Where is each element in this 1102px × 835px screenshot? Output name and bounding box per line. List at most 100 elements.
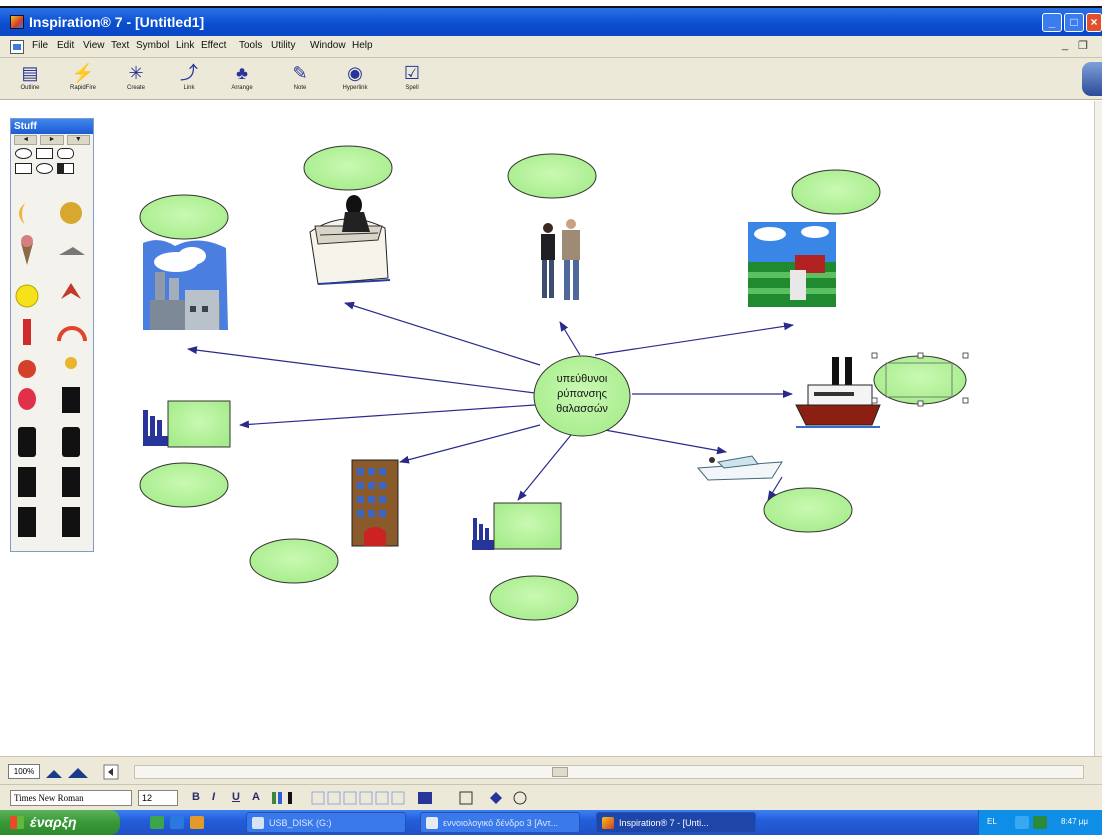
menu-utility[interactable]: Utility [271, 40, 295, 51]
smiley-icon[interactable] [15, 284, 39, 308]
bear-face-icon[interactable] [62, 427, 80, 457]
hand-icon[interactable] [513, 791, 527, 805]
pen-icon[interactable] [62, 467, 80, 497]
line-style-2-icon[interactable] [327, 791, 341, 805]
factory-image-1[interactable] [143, 402, 171, 446]
diagram-canvas[interactable]: υπεύθυνοι ρύπανσης θαλασσών Stuff ◄ ► ▼ [0, 101, 1094, 756]
link-to-people[interactable] [559, 321, 581, 356]
farm-image[interactable] [748, 222, 836, 307]
people-image[interactable] [541, 219, 580, 300]
taskbar-document[interactable]: εννοιολογικό δένδρο 3 [Αντ... [420, 812, 580, 833]
position-icon[interactable] [459, 791, 473, 805]
link-to-factory-1[interactable] [239, 404, 536, 429]
heart-card-icon[interactable] [18, 507, 36, 537]
scrollbar-thumb[interactable] [552, 767, 568, 777]
oval-node-building[interactable] [249, 538, 339, 584]
close-button[interactable]: × [1086, 13, 1102, 32]
taskbar-usb-disk[interactable]: USB_DISK (G:) [246, 812, 406, 833]
create-button[interactable]: ✳ Create [114, 61, 158, 98]
rapidfire-button[interactable]: ⚡ RapidFire [61, 61, 105, 98]
palette-prev-button[interactable]: ◄ [14, 135, 38, 145]
balloon-icon[interactable] [18, 388, 36, 410]
oval-node-yacht[interactable] [763, 487, 853, 533]
note-button[interactable]: ✎ Note [278, 61, 322, 98]
apple-icon[interactable] [18, 360, 36, 378]
rainbow-icon[interactable] [57, 326, 87, 342]
flower-card-icon[interactable] [62, 507, 80, 537]
bear-icon[interactable] [18, 427, 36, 457]
palette-menu-button[interactable]: ▼ [66, 135, 90, 145]
menu-tools[interactable]: Tools [239, 40, 262, 51]
link-to-factory-2[interactable] [517, 434, 572, 501]
italic-button[interactable]: I [212, 791, 215, 803]
bold-button[interactable]: B [192, 791, 200, 803]
quicklaunch-browser-icon[interactable] [170, 816, 184, 829]
split-rectangle-shape-icon[interactable] [57, 163, 74, 174]
rectangle-node-2[interactable] [493, 502, 562, 550]
star-icon[interactable] [61, 283, 81, 299]
oval-node-factory-2[interactable] [489, 575, 579, 621]
rectangle-shape-icon[interactable] [36, 148, 53, 159]
network-icon[interactable] [1015, 816, 1029, 829]
line-style-6-icon[interactable] [391, 791, 405, 805]
link-to-ship[interactable] [344, 301, 541, 366]
minimize-button[interactable]: _ [1042, 13, 1062, 32]
power-plant-image[interactable] [143, 240, 228, 330]
arrange-button[interactable]: ♣ Arrange [220, 61, 264, 98]
shadow-color-icon[interactable] [288, 792, 292, 804]
spade-card-icon[interactable] [62, 387, 80, 413]
oval-node-power-plant[interactable] [139, 194, 229, 240]
menu-file[interactable]: File [32, 40, 48, 51]
text-tool-icon[interactable] [418, 792, 432, 804]
zoom-value[interactable]: 100% [8, 764, 40, 779]
oval-node-people[interactable] [507, 153, 597, 199]
language-indicator[interactable]: EL [987, 817, 997, 826]
line-style-5-icon[interactable] [375, 791, 389, 805]
inspiration-app-icon[interactable] [10, 15, 24, 29]
link-to-building[interactable] [399, 424, 541, 464]
line-style-1-icon[interactable] [311, 791, 325, 805]
lion-icon[interactable] [60, 202, 82, 224]
horizontal-scrollbar[interactable] [134, 765, 1084, 779]
factory-image-2[interactable] [472, 514, 494, 550]
labeled-rectangle-shape-icon[interactable] [15, 163, 32, 174]
menu-effect[interactable]: Effect [201, 40, 226, 51]
apartment-building-image[interactable] [351, 459, 399, 547]
document-icon[interactable] [10, 40, 24, 54]
link-to-power-plant[interactable] [187, 346, 536, 394]
menu-symbol[interactable]: Symbol [136, 40, 169, 51]
taskbar-inspiration[interactable]: Inspiration® 7 - [Unti... [596, 812, 756, 833]
start-button[interactable]: έναρξη [0, 810, 120, 835]
assistant-icon[interactable] [1082, 62, 1102, 96]
selected-oval-node[interactable] [871, 352, 969, 407]
oval-node-farm[interactable] [791, 169, 881, 215]
outline-button[interactable]: ▤ Outline [8, 61, 52, 98]
mdi-minimize-icon[interactable]: _ [1062, 39, 1068, 51]
vertical-scrollbar[interactable] [1094, 101, 1102, 756]
menu-edit[interactable]: Edit [57, 40, 74, 51]
mdi-restore-icon[interactable]: ❐ [1078, 39, 1088, 52]
oval-node-factory-1[interactable] [139, 462, 229, 508]
ribbon-icon[interactable] [65, 357, 77, 369]
airplane-icon[interactable] [59, 247, 85, 255]
move-icon[interactable] [490, 792, 502, 804]
link-to-yacht[interactable] [604, 429, 727, 455]
font-select[interactable]: Times New Roman [10, 790, 132, 806]
cruise-ship-image[interactable] [309, 195, 391, 285]
underline-button[interactable]: U [232, 791, 240, 803]
font-size-select[interactable]: 12 [138, 790, 178, 806]
moon-icon[interactable] [19, 203, 25, 225]
text-color-button[interactable]: A [252, 791, 260, 803]
steamboat-image[interactable] [795, 357, 881, 428]
rectangle-node-1[interactable] [167, 400, 231, 448]
hyperlink-button[interactable]: ◉ Hyperlink [333, 61, 377, 98]
tray-app-icon[interactable] [1033, 816, 1047, 829]
phone-icon[interactable] [18, 467, 36, 497]
menu-help[interactable]: Help [352, 40, 373, 51]
quicklaunch-app-icon[interactable] [150, 816, 164, 829]
oval-node-ship[interactable] [303, 145, 393, 191]
link-to-farm[interactable] [594, 322, 794, 356]
quicklaunch-media-icon[interactable] [190, 816, 204, 829]
spell-button[interactable]: ☑ Spell [390, 61, 434, 98]
link-button[interactable]: ⤴ Link [167, 61, 211, 98]
